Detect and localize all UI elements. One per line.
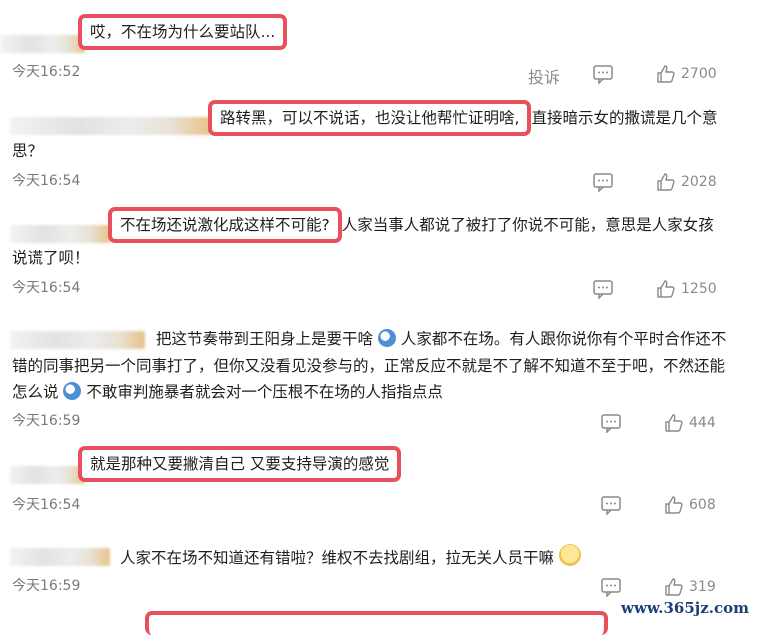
comment-text-highlighted: 路转黑，可以不说话，也没让他帮忙证明啥, — [208, 100, 532, 136]
like-button[interactable]: 2028 — [656, 172, 717, 192]
like-icon — [657, 65, 675, 83]
report-button[interactable]: 投诉 — [528, 64, 560, 88]
emoji-icon — [377, 329, 396, 347]
comment-text-continued: 思？ — [12, 142, 44, 160]
comment-text-continued: 怎么说 — [12, 383, 59, 401]
username-blurred[interactable] — [10, 331, 145, 349]
username-blurred[interactable] — [10, 225, 110, 243]
like-count: 2700 — [681, 66, 717, 82]
timestamp: 今天16:59 — [12, 578, 81, 594]
like-button[interactable]: 1250 — [656, 279, 717, 299]
comment-text: 人家当事人都说了被打了你说不可能，意思是人家女孩 — [341, 216, 714, 234]
emoji-icon — [63, 382, 82, 400]
comment-icon[interactable] — [592, 279, 614, 299]
username-blurred[interactable] — [0, 35, 85, 53]
like-count: 444 — [689, 415, 716, 431]
timestamp: 今天16:52 — [12, 64, 81, 80]
comment-text-highlighted: 就是那种又要撇清自己 又要支持导演的感觉 — [78, 446, 402, 482]
comment-text-continued: 说谎了呗！ — [12, 249, 90, 267]
like-button[interactable]: 319 — [664, 577, 716, 597]
timestamp: 今天16:54 — [12, 173, 81, 189]
like-icon — [665, 496, 683, 514]
username-blurred[interactable] — [10, 548, 110, 566]
next-comment-highlight-partial — [145, 611, 608, 635]
like-count: 608 — [689, 497, 716, 513]
like-button[interactable]: 444 — [664, 413, 716, 433]
comment-icon[interactable] — [600, 413, 622, 433]
timestamp: 今天16:54 — [12, 280, 81, 296]
emoji-icon — [558, 544, 581, 566]
like-icon — [665, 414, 683, 432]
watermark: www.365jz.com — [621, 599, 749, 617]
like-icon — [657, 173, 675, 191]
comment-icon[interactable] — [600, 577, 622, 597]
username-blurred[interactable] — [10, 466, 85, 484]
like-icon — [657, 280, 675, 298]
like-icon — [665, 578, 683, 596]
like-count: 1250 — [681, 281, 717, 297]
like-button[interactable]: 608 — [664, 495, 716, 515]
comment-text: 人家不在场不知道还有错啦？维权不去找剧组，拉无关人员干嘛 — [120, 549, 555, 567]
comment-text-highlighted: 不在场还说激化成这样不可能? — [108, 207, 342, 243]
comment-text-continued: 不敢审判施暴者就会对一个压根不在场的人指指点点 — [86, 383, 443, 401]
comment-icon[interactable] — [600, 495, 622, 515]
like-button[interactable]: 2700 — [656, 64, 717, 84]
comment-text: 直接暗示女的撒谎是几个意 — [531, 109, 718, 127]
like-count: 319 — [689, 579, 716, 595]
username-blurred[interactable] — [10, 117, 210, 135]
comment-icon[interactable] — [592, 64, 614, 84]
comment-icon[interactable] — [592, 172, 614, 192]
timestamp: 今天16:54 — [12, 497, 81, 513]
comment-text-continued: 错的同事把另一个同事打了，但你又没看见没参与的，正常反应不就是不了解不知道不至于… — [12, 357, 726, 375]
comment-text: 哎，不在场为什么要站队... — [78, 14, 288, 50]
comment-text: 把这节奏带到王阳身上是要干啥 — [156, 330, 374, 348]
like-count: 2028 — [681, 174, 717, 190]
timestamp: 今天16:59 — [12, 413, 81, 429]
comment-text: 人家都不在场。有人跟你说你有个平时合作还不 — [400, 330, 727, 348]
